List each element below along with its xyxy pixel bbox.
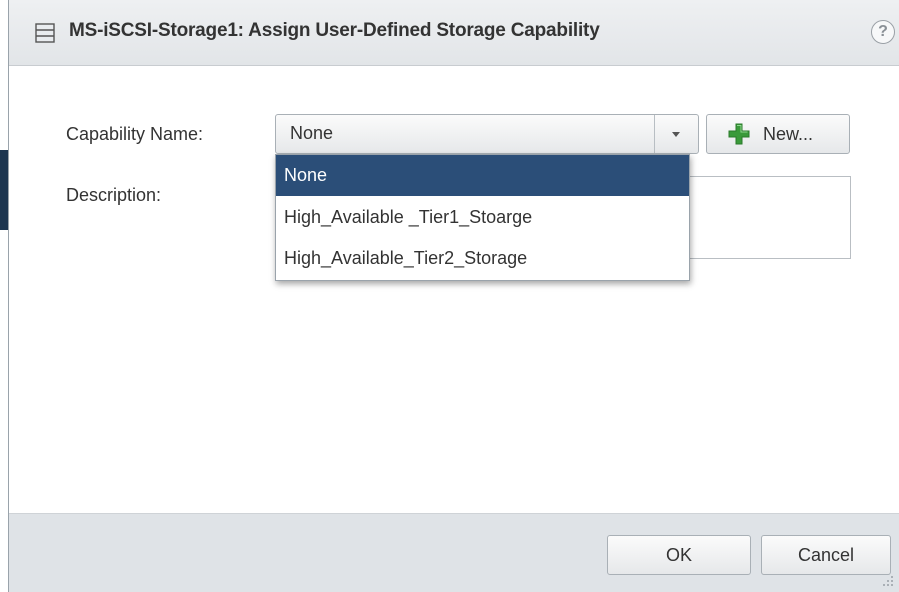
capability-name-select[interactable]: None <box>275 114 699 154</box>
new-capability-button[interactable]: New... <box>706 114 850 154</box>
help-icon[interactable]: ? <box>871 20 895 44</box>
dialog-titlebar[interactable]: MS-iSCSI-Storage1: Assign User-Defined S… <box>9 0 899 66</box>
dropdown-option-tier1[interactable]: High_Available _Tier1_Stoarge <box>276 197 689 238</box>
dropdown-toggle[interactable] <box>654 115 698 153</box>
storage-icon <box>35 23 55 43</box>
new-button-label: New... <box>763 124 814 144</box>
capability-name-value: None <box>290 123 334 143</box>
dialog-title: MS-iSCSI-Storage1: Assign User-Defined S… <box>69 20 600 41</box>
capability-dropdown-list: None High_Available _Tier1_Stoarge High_… <box>275 154 690 281</box>
plus-icon <box>728 123 750 145</box>
resize-grip-icon[interactable] <box>881 574 895 588</box>
cancel-button[interactable]: Cancel <box>761 535 891 575</box>
dropdown-option-none[interactable]: None <box>276 155 689 196</box>
chevron-down-icon <box>672 132 680 137</box>
description-label: Description: <box>66 185 162 205</box>
assign-capability-dialog: MS-iSCSI-Storage1: Assign User-Defined S… <box>8 0 899 592</box>
dropdown-option-tier2[interactable]: High_Available_Tier2_Storage <box>276 238 689 279</box>
capability-name-label: Capability Name: <box>66 124 204 144</box>
ok-button[interactable]: OK <box>607 535 751 575</box>
